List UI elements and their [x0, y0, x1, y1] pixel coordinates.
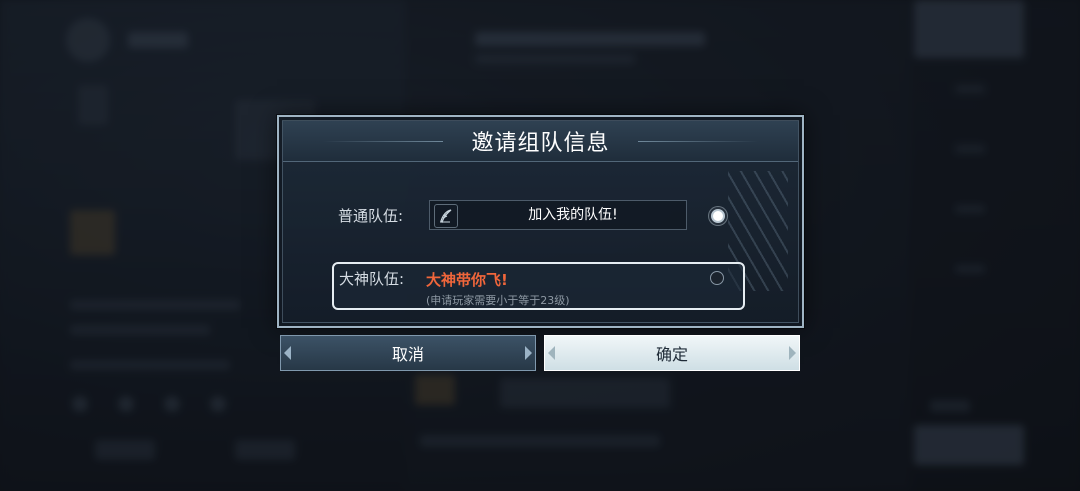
god-team-radio[interactable]: [710, 271, 724, 285]
invite-team-dialog: 邀请组队信息 普通队伍: 加入我的队伍! 大神队伍: 大神带你飞! (申请玩家需…: [277, 115, 804, 328]
cancel-button[interactable]: 取消: [280, 335, 536, 371]
chevron-right-icon: [789, 346, 796, 360]
god-team-label: 大神队伍:: [339, 270, 405, 288]
cancel-button-label: 取消: [391, 345, 424, 364]
chevron-left-icon: [548, 346, 555, 360]
dialog-title-bar: 邀请组队信息: [283, 121, 798, 162]
normal-team-radio[interactable]: [711, 209, 725, 223]
normal-team-message: 加入我的队伍!: [528, 207, 618, 223]
chevron-right-icon: [525, 346, 532, 360]
normal-team-message-field[interactable]: 加入我的队伍!: [429, 200, 687, 230]
dialog-title: 邀请组队信息: [471, 131, 610, 156]
normal-team-label: 普通队伍:: [338, 207, 404, 225]
dialog-body: 邀请组队信息 普通队伍: 加入我的队伍! 大神队伍: 大神带你飞! (申请玩家需…: [282, 120, 799, 323]
god-team-slogan: 大神带你飞!: [426, 271, 508, 289]
confirm-button[interactable]: 确定: [544, 335, 800, 371]
god-team-level-note: (申请玩家需要小于等于23级): [426, 294, 570, 307]
confirm-button-label: 确定: [655, 345, 688, 364]
god-team-option[interactable]: 大神队伍: 大神带你飞! (申请玩家需要小于等于23级): [332, 262, 745, 310]
feather-pen-icon: [434, 204, 458, 228]
chevron-left-icon: [284, 346, 291, 360]
